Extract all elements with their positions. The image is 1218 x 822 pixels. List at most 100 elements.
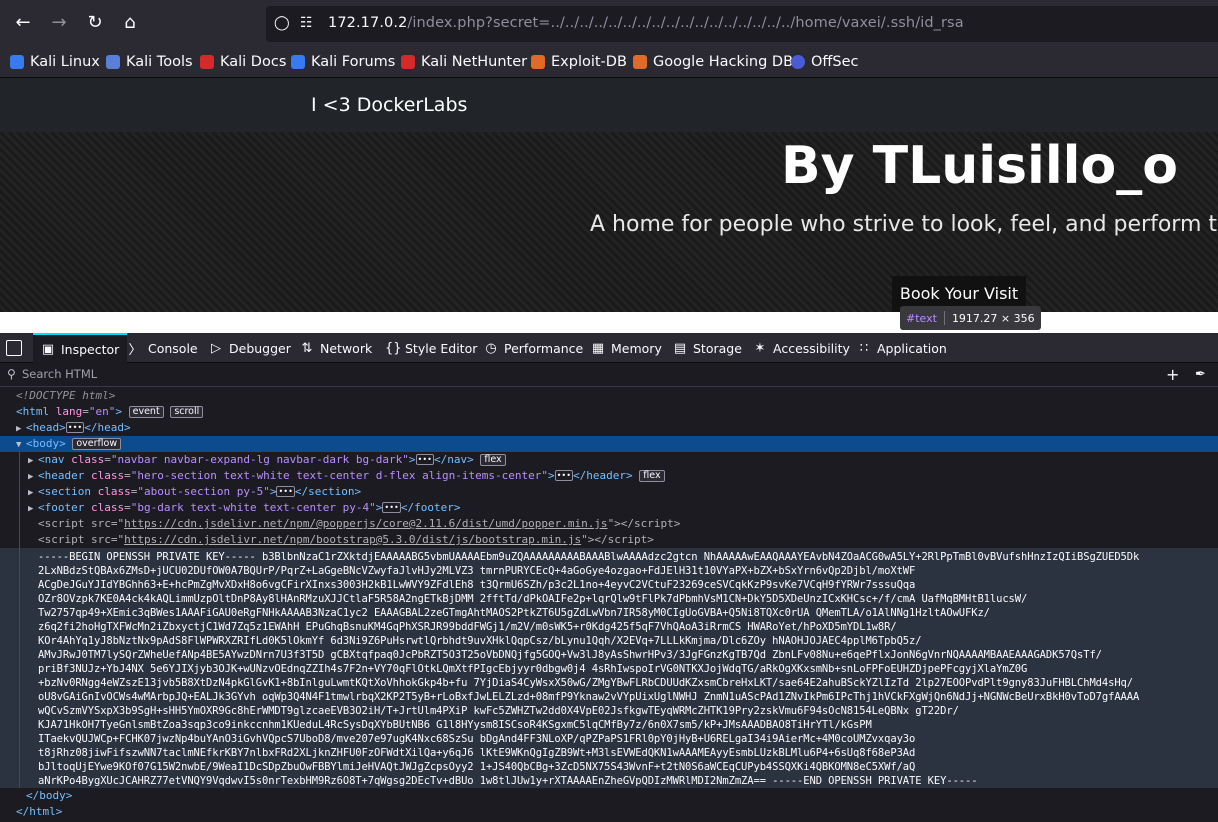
popper-script-link[interactable]: https://cdn.jsdelivr.net/npm/@popperjs/c… [124,517,607,530]
expand-triangle-icon[interactable]: ▶ [28,485,38,501]
bookmark-label: OffSec [811,54,859,70]
script-node-popper[interactable]: <script src="https://cdn.jsdelivr.net/np… [0,516,1218,532]
memory-icon: ▦ [591,340,605,356]
bookmark-kali-forums[interactable]: Kali Forums [291,51,395,73]
collapsed-ellipsis[interactable]: ••• [415,454,434,465]
script-node-bootstrap[interactable]: <script src="https://cdn.jsdelivr.net/np… [0,532,1218,548]
footer-node[interactable]: ▶ <footer class="bg-dark text-white text-… [0,500,1218,516]
site-navbar: I <3 DockerLabs [0,78,1218,132]
bootstrap-script-link[interactable]: https://cdn.jsdelivr.net/npm/bootstrap@5… [124,533,581,546]
page-info-icon[interactable]: ☷ [300,15,313,31]
tab-storage[interactable]: ▤ Storage [673,333,742,363]
url-host: 172.17.0.2 [328,15,408,31]
search-icon: ⚲ [7,367,16,381]
tab-performance[interactable]: ◷ Performance [484,333,583,363]
tab-label: Accessibility [773,340,850,356]
add-node-icon[interactable]: + [1166,365,1179,384]
hero-section: By TLuisillo_o A home for people who str… [0,132,1218,312]
flex-badge[interactable]: flex [639,470,665,482]
hero-subtitle: A home for people who strive to look, fe… [590,212,1218,237]
inspector-icon: ▣ [41,341,55,357]
tab-style-editor[interactable]: {} Style Editor [385,333,477,363]
collapsed-ellipsis[interactable]: ••• [276,486,295,497]
forward-arrow-icon[interactable]: → [46,10,72,36]
bookmark-kali-nethunter[interactable]: Kali NetHunter [401,51,527,73]
tab-label: Style Editor [405,340,478,356]
storage-icon: ▤ [673,340,687,356]
tab-accessibility[interactable]: ✶ Accessibility [753,333,850,363]
bookmark-kali-linux[interactable]: Kali Linux [10,51,100,73]
home-icon[interactable]: ⌂ [117,10,143,36]
key-text-line[interactable]: aNrKPo4BygXUcJCAHRZ77etVNQY9VqdwvI5s0nrT… [0,773,1218,789]
tab-network[interactable]: ⇅ Network [300,333,373,363]
highlighter-tooltip: #text 1917.27 × 356 [900,306,1041,330]
header-node[interactable]: ▶ <header class="hero-section text-white … [0,468,1218,484]
head-node[interactable]: ▶ <head> ••• </head> [0,420,1218,436]
hero-title: By TLuisillo_o [781,136,1178,196]
html-close-node[interactable]: </html> [0,804,1218,820]
html-node[interactable]: <html lang="en"> event scroll [0,404,1218,420]
bookmark-label: Kali Forums [311,54,396,70]
bookmark-google-hacking-db[interactable]: Google Hacking DB [633,51,793,73]
bookmark-kali-docs[interactable]: Kali Docs [200,51,286,73]
footer-class-value: "bg-dark text-white text-center py-4" [130,501,376,514]
kali-docs-icon [200,55,214,69]
collapse-triangle-icon[interactable]: ▼ [16,437,26,453]
markup-tree: <!DOCTYPE html> <html lang="en"> event s… [0,388,1218,822]
flex-badge[interactable]: flex [480,454,506,466]
tab-label: Memory [611,340,662,356]
debugger-icon: ▷ [211,340,221,356]
tab-memory[interactable]: ▦ Memory [591,333,662,363]
performance-icon: ◷ [485,340,497,356]
application-icon: ∷ [859,340,869,356]
body-close-node[interactable]: </body> [0,788,1218,804]
url-text[interactable]: 172.17.0.2/index.php?secret=../../../../… [328,15,964,31]
bookmarks-bar: Kali Linux Kali Tools Kali Docs Kali For… [0,48,1218,78]
back-arrow-icon[interactable]: ← [10,10,36,36]
reload-icon[interactable]: ↻ [82,10,108,36]
overflow-badge[interactable]: overflow [72,438,122,450]
collapsed-ellipsis[interactable]: ••• [65,422,85,433]
bookmark-label: Kali NetHunter [421,54,528,70]
ghdb-icon [633,55,647,69]
shield-icon[interactable]: ◯ [274,15,290,31]
tab-debugger[interactable]: ▷ Debugger [209,333,291,363]
collapsed-ellipsis[interactable]: ••• [382,502,401,513]
event-badge[interactable]: event [128,406,164,418]
bookmark-label: Kali Docs [220,54,287,70]
doctype-text: <!DOCTYPE html> [16,389,116,402]
eyedropper-icon[interactable]: ✒ [1195,367,1206,382]
url-bar[interactable]: ◯ ☷ 172.17.0.2/index.php?secret=../../..… [266,6,1218,42]
element-picker-icon[interactable] [6,340,22,356]
tab-application[interactable]: ∷ Application [857,333,947,363]
scroll-badge[interactable]: scroll [170,406,204,418]
kali-forums-icon [291,55,305,69]
expand-triangle-icon[interactable]: ▶ [28,469,38,485]
bookmark-label: Kali Linux [30,54,100,70]
expand-triangle-icon[interactable]: ▶ [28,453,38,469]
nav-class-value: "navbar navbar-expand-lg navbar-dark bg-… [110,453,409,466]
bookmark-offsec[interactable]: OffSec [791,51,859,73]
search-html-input[interactable]: Search HTML [22,367,97,381]
nav-node[interactable]: ▶ <nav class="navbar navbar-expand-lg nav… [0,452,1218,468]
header-class-value: "hero-section text-white text-center d-f… [130,469,548,482]
html-search-bar[interactable]: ⚲ Search HTML + ✒ [0,363,1218,387]
collapsed-ellipsis[interactable]: ••• [554,470,574,481]
bookmark-label: Exploit-DB [551,54,627,70]
site-brand[interactable]: I <3 DockerLabs [311,94,467,116]
expand-triangle-icon[interactable]: ▶ [28,501,38,517]
bookmark-label: Google Hacking DB [653,54,794,70]
section-class-value: "about-section py-5" [137,485,270,498]
bookmark-exploit-db[interactable]: Exploit-DB [531,51,627,73]
tab-console[interactable]: 〉 Console [128,333,197,363]
section-node[interactable]: ▶ <section class="about-section py-5"> •••… [0,484,1218,500]
doctype-node[interactable]: <!DOCTYPE html> [0,388,1218,404]
tab-label: Network [320,340,373,356]
tooltip-separator [943,311,945,325]
expand-triangle-icon[interactable]: ▶ [16,421,26,437]
html-lang-value: "en" [88,405,116,418]
body-node[interactable]: ▼ <body> overflow [0,436,1218,452]
tab-label: Inspector [61,341,120,357]
bookmark-kali-tools[interactable]: Kali Tools [106,51,193,73]
tab-inspector[interactable]: ▣ Inspector [33,333,128,363]
